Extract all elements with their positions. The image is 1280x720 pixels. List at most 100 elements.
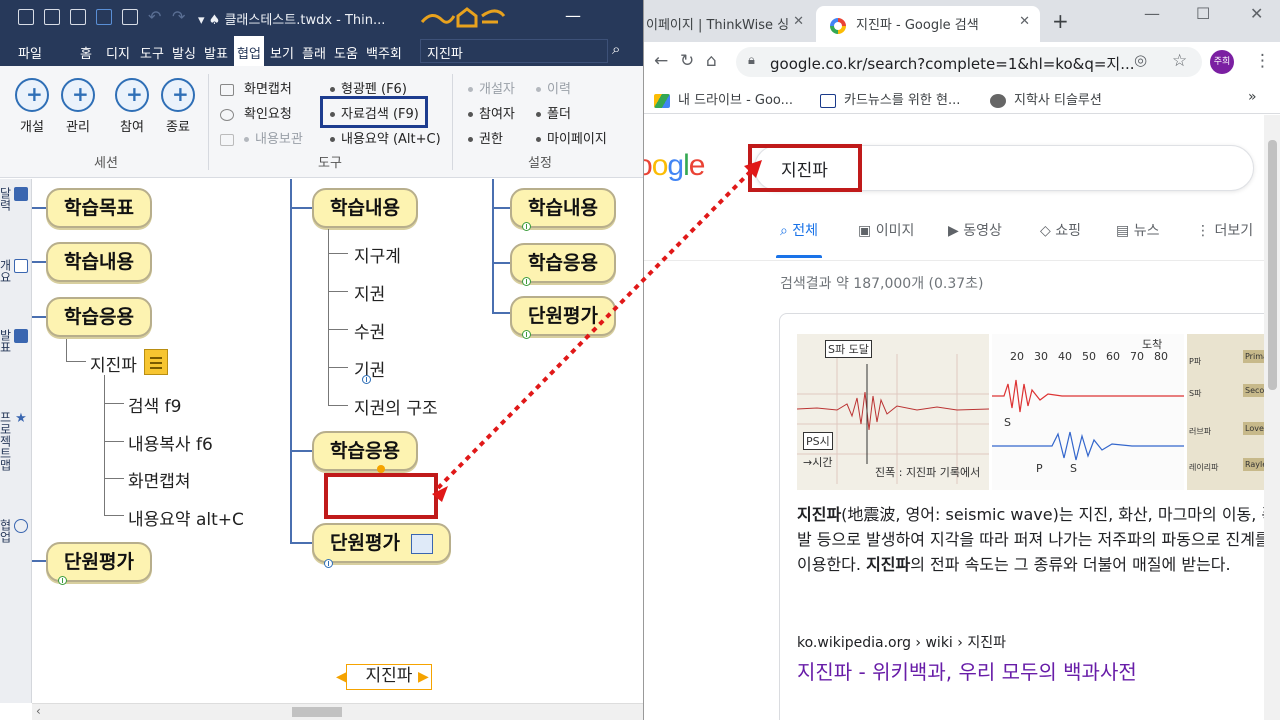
scroll-left-icon[interactable]: ‹ bbox=[36, 704, 41, 718]
bookmarks-overflow-icon[interactable]: » bbox=[1248, 89, 1257, 105]
expand-icon[interactable] bbox=[522, 330, 531, 339]
bookmark-drive[interactable]: 내 드라이브 - Goo... bbox=[654, 89, 793, 108]
permissions-button[interactable]: 권한 bbox=[468, 128, 503, 147]
expand-icon[interactable] bbox=[522, 277, 531, 286]
menu-collab[interactable]: 협업 bbox=[234, 36, 264, 66]
share-icon[interactable] bbox=[410, 533, 433, 554]
pen-icon[interactable] bbox=[18, 9, 34, 25]
node-apply[interactable]: 학습응용 bbox=[46, 297, 152, 337]
resize-left-icon[interactable]: ◀ bbox=[336, 669, 347, 685]
node-handle[interactable] bbox=[377, 465, 385, 473]
folder-button[interactable]: 폴더 bbox=[536, 103, 571, 122]
scrollbar-thumb[interactable] bbox=[292, 707, 342, 717]
menu-ideas[interactable]: 발싱 bbox=[172, 43, 196, 62]
menu-present[interactable]: 발표 bbox=[204, 43, 228, 62]
menu-tools[interactable]: 도구 bbox=[140, 43, 164, 62]
close-tab-icon[interactable]: ✕ bbox=[793, 14, 804, 29]
tab-videos[interactable]: ▶ 동영상 bbox=[948, 220, 1002, 240]
menu-home[interactable]: 홈 bbox=[80, 43, 92, 62]
new-file-icon[interactable] bbox=[44, 9, 60, 25]
bookmark-star-icon[interactable]: ☆ bbox=[1172, 51, 1187, 71]
side-tab-projectmap[interactable]: ★ 프로젝트맵 bbox=[0, 411, 28, 471]
expand-icon[interactable] bbox=[324, 559, 333, 568]
session-open-button[interactable]: 개설 bbox=[10, 78, 54, 135]
vertical-scrollbar[interactable] bbox=[1264, 115, 1280, 720]
minimize-icon[interactable]: — bbox=[1144, 4, 1160, 23]
history-button[interactable]: 이력 bbox=[536, 78, 571, 97]
leaf-copy[interactable]: 내용복사 f6 bbox=[128, 430, 213, 455]
side-tab-collab[interactable]: 협업 bbox=[0, 519, 28, 543]
side-tab-calendar[interactable]: 달력 bbox=[0, 187, 28, 211]
close-window-icon[interactable]: ✕ bbox=[1250, 4, 1263, 23]
menu-plugin[interactable]: 플래 bbox=[302, 43, 326, 62]
menu-user[interactable]: 백주회 bbox=[366, 43, 402, 62]
leaf-search[interactable]: 검색 f9 bbox=[128, 392, 182, 417]
leaf-geosphere-structure[interactable]: 지권의 구조 bbox=[354, 394, 438, 419]
scrollbar-thumb[interactable] bbox=[1268, 140, 1277, 390]
node-goal[interactable]: 학습목표 bbox=[46, 188, 152, 228]
node-content[interactable]: 학습내용 bbox=[46, 242, 152, 282]
tab-images[interactable]: ▣ 이미지 bbox=[858, 220, 914, 240]
node-apply-2[interactable]: 학습응용 bbox=[312, 431, 418, 471]
side-tab-present[interactable]: 발표 bbox=[0, 329, 28, 353]
reload-icon[interactable]: ↻ bbox=[680, 51, 694, 71]
back-icon[interactable]: ← bbox=[654, 51, 668, 71]
close-tab-icon[interactable]: ✕ bbox=[1019, 14, 1030, 29]
menu-dots-icon[interactable]: ⋮ bbox=[1254, 51, 1271, 71]
minimize-icon[interactable]: — bbox=[565, 6, 581, 25]
note-icon[interactable] bbox=[144, 349, 168, 375]
confirm-request-button[interactable]: 확인요청 bbox=[220, 103, 292, 122]
open-folder-icon[interactable] bbox=[70, 9, 86, 25]
maximize-icon[interactable]: ☐ bbox=[1196, 4, 1210, 23]
search-input[interactable]: 지진파 bbox=[420, 39, 608, 63]
tab-more[interactable]: ⋮ 더보기 bbox=[1196, 220, 1253, 240]
menu-help[interactable]: 도움 bbox=[334, 43, 358, 62]
session-join-button[interactable]: 참여 bbox=[110, 78, 154, 135]
new-tab-icon[interactable]: + bbox=[1052, 9, 1069, 33]
leaf-hydrosphere[interactable]: 수권 bbox=[354, 318, 385, 343]
node-content-2[interactable]: 학습내용 bbox=[312, 188, 418, 228]
pwave-swave-image[interactable]: 도착 20 30 40 50 60 70 80 S P S bbox=[992, 334, 1184, 490]
lock-icon[interactable]: 🔒︎ bbox=[748, 53, 755, 68]
menu-design[interactable]: 디지 bbox=[106, 43, 130, 62]
bookmark-cardnews[interactable]: 카드뉴스를 위한 현... bbox=[820, 89, 960, 108]
expand-icon[interactable] bbox=[522, 222, 531, 231]
screen-capture-button[interactable]: 화면캡처 bbox=[220, 78, 292, 97]
summary-button[interactable]: 내용요약 (Alt+C) bbox=[330, 128, 441, 147]
menu-view[interactable]: 보기 bbox=[270, 43, 294, 62]
tab-google[interactable]: 지진파 - Google 검색 ✕ bbox=[816, 6, 1040, 42]
mindmap-canvas[interactable]: 학습목표 학습내용 학습응용 지진파 검색 f9 내용복사 f6 화면캡쳐 내용… bbox=[32, 179, 643, 703]
horizontal-scrollbar[interactable]: ‹ bbox=[32, 703, 643, 720]
redo-icon[interactable]: ↷ bbox=[172, 7, 185, 26]
content-archive-button[interactable]: 내용보관 bbox=[220, 128, 303, 147]
participants-button[interactable]: 참여자 bbox=[468, 103, 515, 122]
leaf-earth-system[interactable]: 지구계 bbox=[354, 242, 401, 267]
opener-button[interactable]: 개설자 bbox=[468, 78, 515, 97]
expand-icon[interactable] bbox=[362, 375, 371, 384]
leaf-summary[interactable]: 내용요약 alt+C bbox=[128, 505, 244, 530]
mypage-button[interactable]: 마이페이지 bbox=[536, 128, 607, 147]
leaf-capture[interactable]: 화면캡쳐 bbox=[128, 467, 191, 492]
google-logo[interactable]: oogle bbox=[644, 149, 705, 183]
leaf-geosphere[interactable]: 지권 bbox=[354, 280, 385, 305]
seismogram-image[interactable]: S파 도달 PS시 →시간 진폭 : 지진파 기록에서 bbox=[797, 334, 989, 490]
tab-shopping[interactable]: ◇ 쇼핑 bbox=[1040, 220, 1081, 240]
presentation-icon[interactable] bbox=[122, 9, 138, 25]
menu-file[interactable]: 파일 bbox=[18, 43, 42, 62]
avatar[interactable]: 주희 bbox=[1210, 50, 1234, 74]
address-bar[interactable]: 🔒︎ google.co.kr/search?complete=1&hl=ko&… bbox=[736, 47, 1202, 77]
home-icon[interactable]: ⌂ bbox=[706, 51, 717, 71]
node-unit-eval-2[interactable]: 단원평가 bbox=[312, 523, 451, 563]
undo-icon[interactable]: ↶ bbox=[148, 7, 161, 26]
result-source[interactable]: ko.wikipedia.org › wiki › 지진파 bbox=[797, 632, 1006, 652]
search-icon[interactable]: ⌕ bbox=[612, 40, 620, 58]
tab-news[interactable]: ▤ 뉴스 bbox=[1116, 220, 1159, 240]
session-end-button[interactable]: 종료 bbox=[156, 78, 200, 135]
save-icon[interactable] bbox=[96, 9, 112, 25]
tab-all[interactable]: ⌕ 전체 bbox=[775, 220, 823, 258]
bookmark-jihaksa[interactable]: 지학사 티슬루션 bbox=[990, 89, 1102, 108]
side-tab-outline[interactable]: 개요 bbox=[0, 259, 28, 283]
resize-right-icon[interactable]: ▶ bbox=[418, 669, 429, 685]
result-link[interactable]: 지진파 - 위키백과, 우리 모두의 백과사전 bbox=[797, 656, 1137, 685]
tab-thinkwise[interactable]: 이페이지 | ThinkWise 싱 ✕ bbox=[644, 6, 814, 42]
